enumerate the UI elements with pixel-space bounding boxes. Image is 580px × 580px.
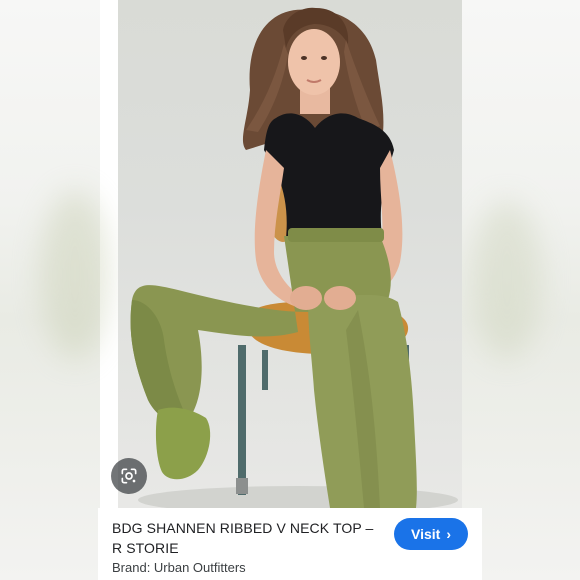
product-title[interactable]: BDG SHANNEN RIBBED V NECK TOP – R STORIE — [112, 518, 382, 558]
visit-button-label: Visit — [411, 526, 441, 542]
chevron-right-icon: › — [446, 526, 451, 542]
lens-search-button[interactable] — [111, 458, 147, 494]
visit-button[interactable]: Visit › — [394, 518, 468, 550]
result-caption: BDG SHANNEN RIBBED V NECK TOP – R STORIE… — [98, 508, 482, 580]
image-preview-panel: BDG SHANNEN RIBBED V NECK TOP – R STORIE… — [0, 0, 580, 580]
brand-label: Brand: Urban Outfitters — [112, 560, 246, 575]
left-blurred-backdrop — [0, 0, 110, 580]
product-photo-illustration — [130, 7, 458, 508]
right-blurred-backdrop — [462, 0, 580, 580]
product-image[interactable] — [118, 0, 462, 508]
google-lens-icon — [121, 468, 137, 484]
